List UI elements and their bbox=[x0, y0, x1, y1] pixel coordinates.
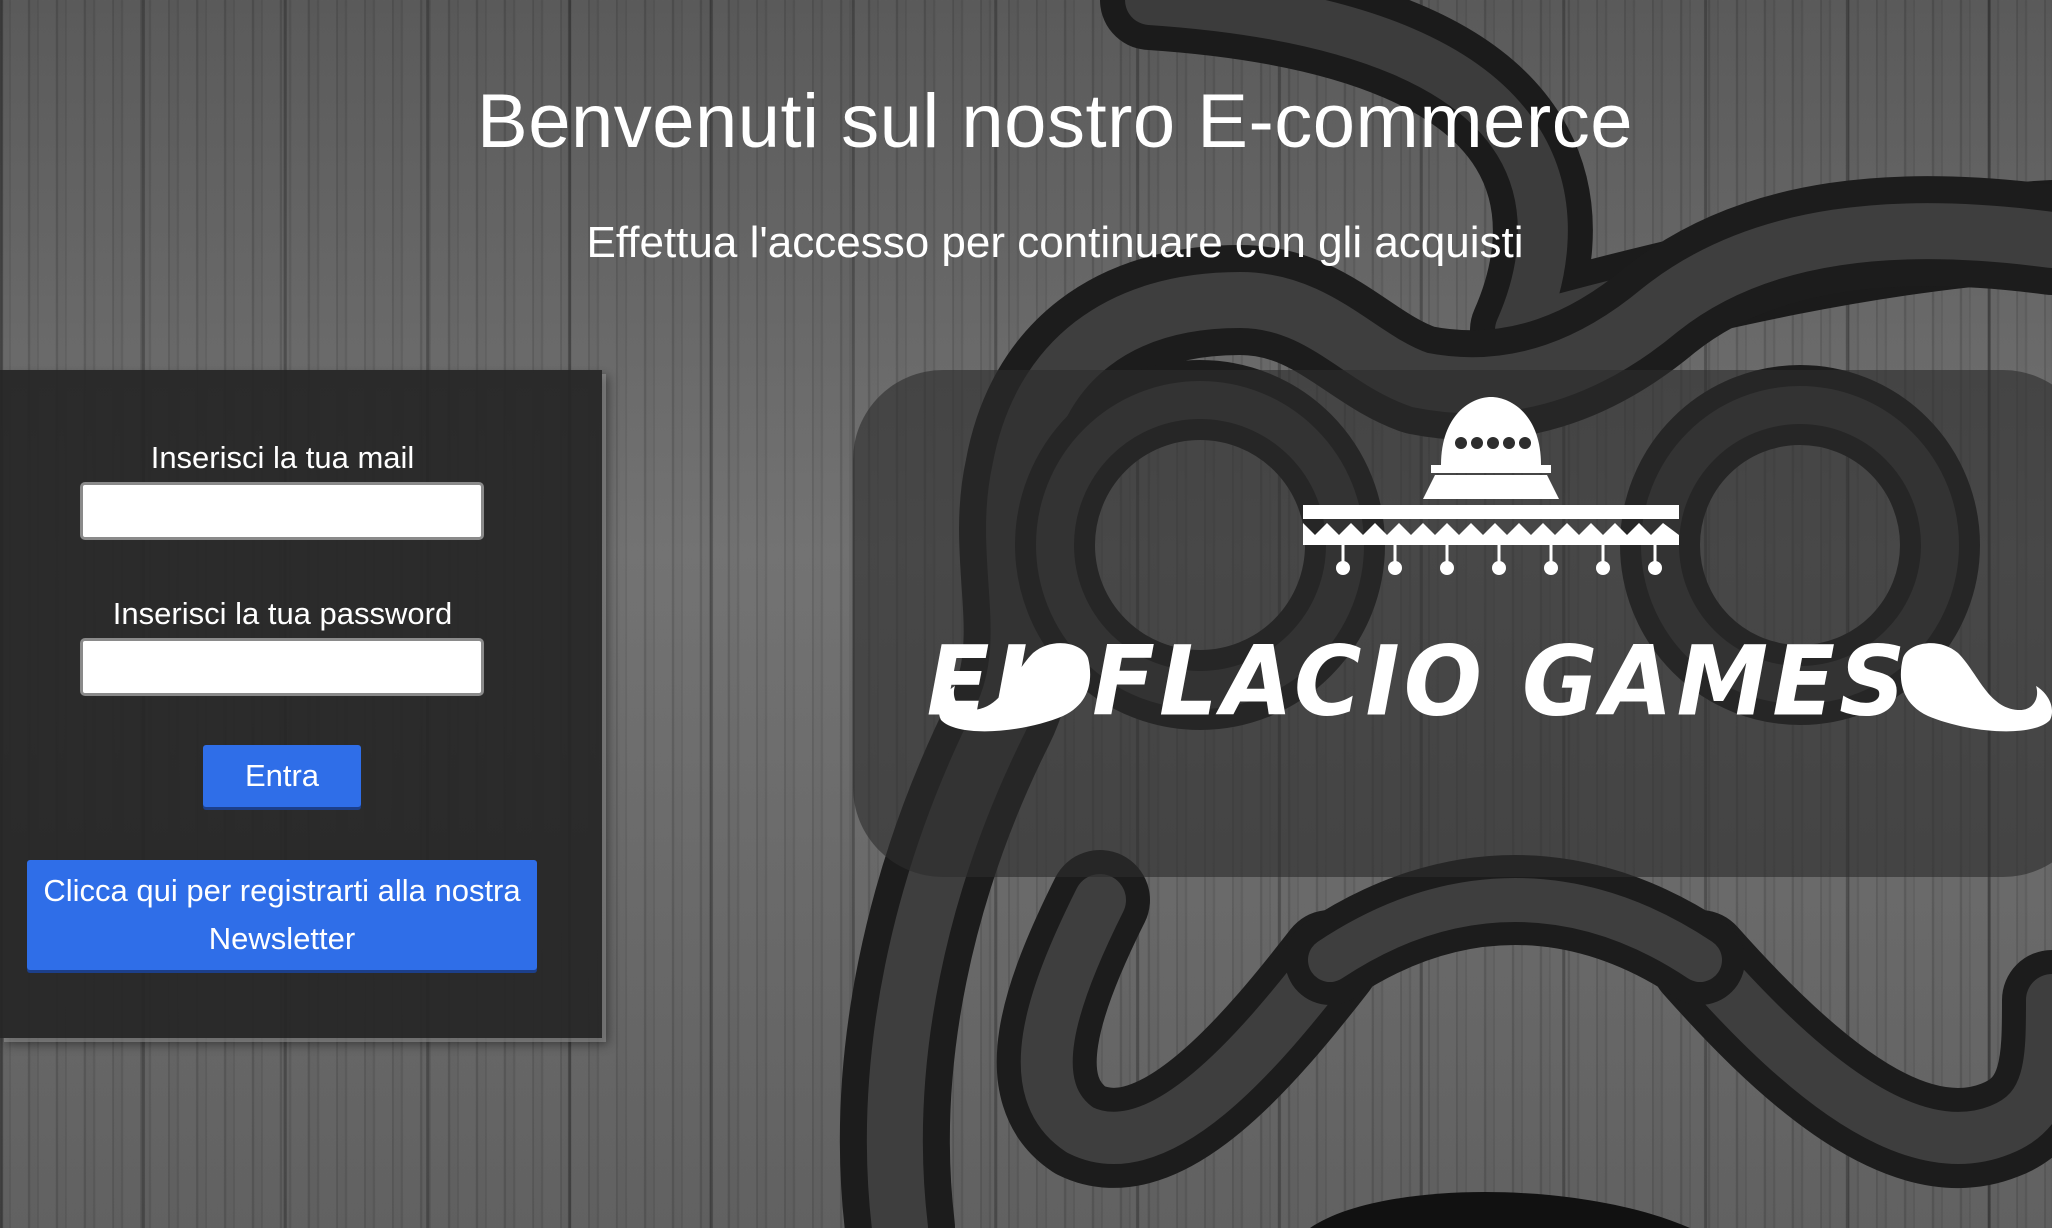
newsletter-signup-button[interactable]: Clicca qui per registrarti alla nostra N… bbox=[27, 860, 537, 970]
login-panel: Inserisci la tua mail Inserisci la tua p… bbox=[0, 370, 602, 1038]
password-label: Inserisci la tua password bbox=[112, 596, 453, 631]
mustache-right-icon bbox=[1900, 643, 2052, 732]
login-button[interactable]: Entra bbox=[203, 745, 361, 807]
brand-name: EL FLACIO GAMES bbox=[926, 625, 1910, 738]
page-subtitle: Effettua l'accesso per continuare con gl… bbox=[586, 218, 1524, 267]
email-label: Inserisci la tua mail bbox=[150, 440, 415, 475]
page-title: Benvenuti sul nostro E-commerce bbox=[477, 79, 1633, 164]
brand-logo: EL FLACIO GAMES bbox=[853, 370, 2052, 877]
sombrero-icon bbox=[1303, 397, 1679, 575]
email-field[interactable] bbox=[80, 482, 484, 540]
password-field[interactable] bbox=[80, 638, 484, 696]
